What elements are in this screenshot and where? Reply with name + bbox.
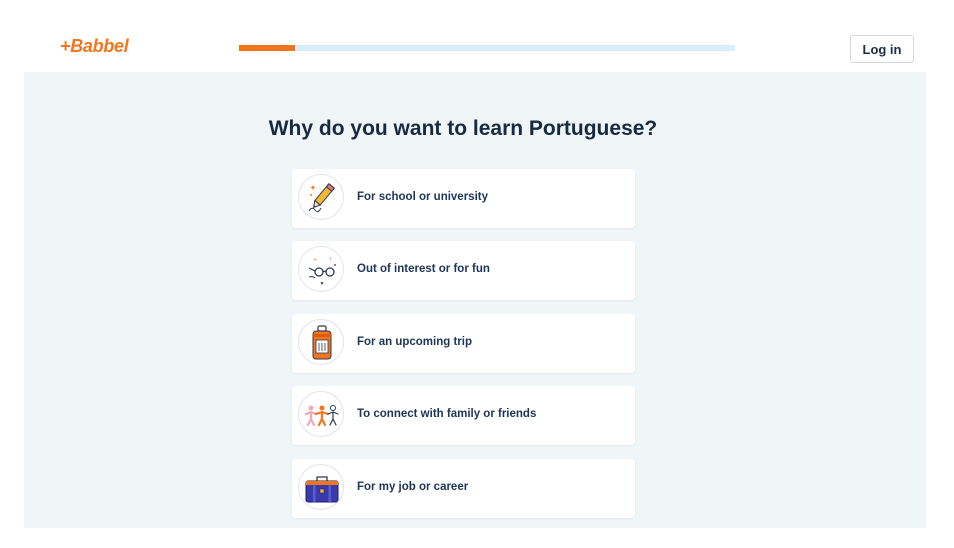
progress-bar [239, 45, 735, 51]
suitcase-icon [298, 319, 344, 365]
option-label: For an upcoming trip [357, 336, 472, 348]
pencil-icon [298, 174, 344, 220]
option-label: For school or university [357, 191, 488, 203]
option-upcoming-trip[interactable]: For an upcoming trip [292, 314, 635, 373]
option-interest-fun[interactable]: + ? Out of interest or for fun [292, 241, 635, 300]
option-school-university[interactable]: For school or university [292, 169, 635, 228]
option-label: To connect with family or friends [357, 408, 537, 420]
option-family-friends[interactable]: To connect with family or friends [292, 386, 635, 445]
option-job-career[interactable]: For my job or career [292, 459, 635, 518]
glasses-icon: + ? [298, 246, 344, 292]
briefcase-icon [298, 464, 344, 510]
option-label: Out of interest or for fun [357, 263, 490, 275]
svg-text:?: ? [329, 257, 332, 263]
option-label: For my job or career [357, 481, 469, 493]
svg-text:+: + [313, 257, 317, 263]
progress-bar-fill [239, 45, 296, 51]
top-bar: +Babbel Log in [0, 0, 954, 72]
people-icon [298, 391, 344, 437]
question-title: Why do you want to learn Portuguese? [268, 117, 658, 140]
babbel-logo[interactable]: +Babbel [60, 36, 129, 57]
login-button[interactable]: Log in [850, 35, 914, 63]
